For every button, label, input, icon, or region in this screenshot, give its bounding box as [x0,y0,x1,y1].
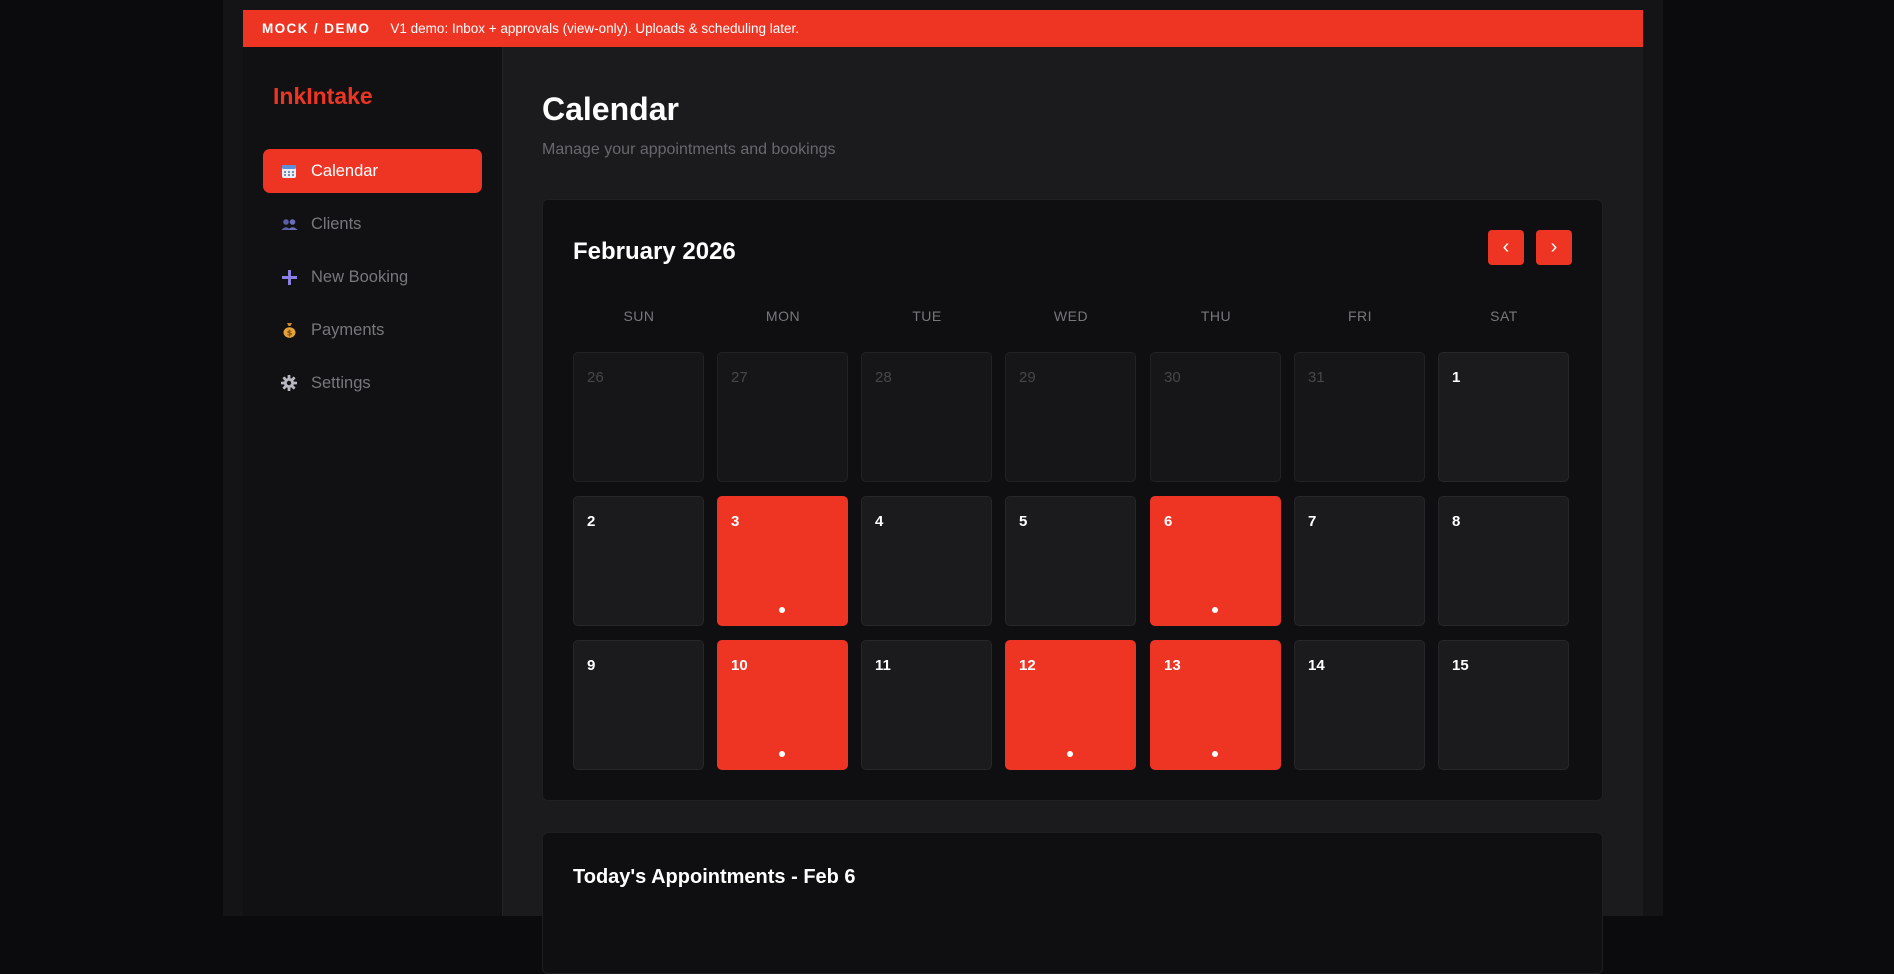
sidebar-item-calendar[interactable]: Calendar [263,149,482,193]
sidebar-item-clients[interactable]: Clients [263,202,482,246]
demo-message: V1 demo: Inbox + approvals (view-only). … [390,21,799,36]
sidebar-item-label: Calendar [311,161,378,180]
sidebar-item-payments[interactable]: $ Payments [263,308,482,352]
calendar-day[interactable]: 14 [1294,640,1425,770]
calendar-day[interactable]: 15 [1438,640,1569,770]
appointment-dot [1212,751,1218,757]
calendar-day[interactable]: 31 [1294,352,1425,482]
calendar-day[interactable]: 5 [1005,496,1136,626]
weekday-header: TUE [912,308,942,324]
demo-banner: MOCK / DEMO V1 demo: Inbox + approvals (… [243,10,1643,47]
day-number: 5 [1019,513,1028,530]
weekday-header: SAT [1490,308,1518,324]
sidebar-nav: Calendar Clients New Booking $ Payments … [263,149,482,414]
weekday-header: FRI [1347,308,1373,324]
calendar-day[interactable]: 27 [717,352,848,482]
calendar-day-booked[interactable]: 13 [1150,640,1281,770]
weekday-header: WED [1053,308,1089,324]
day-number: 4 [875,513,884,530]
day-number: 2 [587,513,596,530]
day-number: 26 [587,369,604,386]
main-content: Calendar Manage your appointments and bo… [503,47,1643,974]
weekday-header: SUN [623,308,655,324]
day-number: 28 [875,369,892,386]
day-number: 6 [1164,513,1173,530]
calendar-day[interactable]: 7 [1294,496,1425,626]
day-number: 13 [1164,657,1181,674]
calendar-day[interactable]: 30 [1150,352,1281,482]
day-number: 27 [731,369,748,386]
appointment-dot [1067,751,1073,757]
calendar-day[interactable]: 1 [1438,352,1569,482]
appointment-dot [779,607,785,613]
prev-month-button[interactable]: ‹ [1488,230,1524,265]
day-number: 29 [1019,369,1036,386]
demo-tag: MOCK / DEMO [262,21,371,36]
page-title: Calendar [542,91,679,127]
svg-text:$: $ [286,329,292,338]
day-number: 7 [1308,513,1317,530]
calendar-day[interactable]: 28 [861,352,992,482]
appointments-card: Today's Appointments - Feb 6 [542,832,1603,974]
calendar-day[interactable]: 11 [861,640,992,770]
calendar-day[interactable]: 2 [573,496,704,626]
appointments-title: Today's Appointments - Feb 6 [573,866,856,888]
money-bag-icon: $ [280,321,298,339]
day-number: 30 [1164,369,1181,386]
sidebar-item-label: New Booking [311,267,409,286]
calendar-icon [280,162,298,180]
day-number: 31 [1308,369,1325,386]
sidebar-item-settings[interactable]: Settings [263,361,482,405]
appointment-dot [779,751,785,757]
calendar-card: February 2026 ‹ › SUN MON TUE WED THU FRI SAT 2… [542,199,1603,801]
sidebar-item-label: Payments [311,320,385,339]
calendar-day-booked[interactable]: 6 [1150,496,1281,626]
day-number: 8 [1452,513,1461,530]
day-number: 12 [1019,657,1036,674]
calendar-day-booked[interactable]: 10 [717,640,848,770]
calendar-day-booked[interactable]: 12 [1005,640,1136,770]
month-label: February 2026 [573,238,736,265]
calendar-day[interactable]: 26 [573,352,704,482]
day-number: 9 [587,657,596,674]
calendar-day[interactable]: 4 [861,496,992,626]
sidebar-item-label: Settings [311,373,371,392]
sidebar: InkIntake Calendar Clients New Booking $… [243,47,503,916]
gear-icon [280,374,298,392]
day-number: 15 [1452,657,1469,674]
weekday-header: THU [1200,308,1232,324]
sidebar-item-label: Clients [311,214,362,233]
calendar-day[interactable]: 29 [1005,352,1136,482]
weekday-header: MON [765,308,801,324]
calendar-day[interactable]: 9 [573,640,704,770]
calendar-day[interactable]: 8 [1438,496,1569,626]
appointment-dot [1212,607,1218,613]
day-number: 10 [731,657,748,674]
users-icon [280,215,298,233]
next-month-button[interactable]: › [1536,230,1572,265]
calendar-day-booked[interactable]: 3 [717,496,848,626]
plus-icon [280,268,298,286]
sidebar-item-new-booking[interactable]: New Booking [263,255,482,299]
page-subtitle: Manage your appointments and bookings [542,141,836,158]
day-number: 11 [875,657,891,674]
day-number: 3 [731,513,740,530]
day-number: 14 [1308,657,1325,674]
brand-logo[interactable]: InkIntake [273,83,373,110]
day-number: 1 [1452,369,1461,386]
